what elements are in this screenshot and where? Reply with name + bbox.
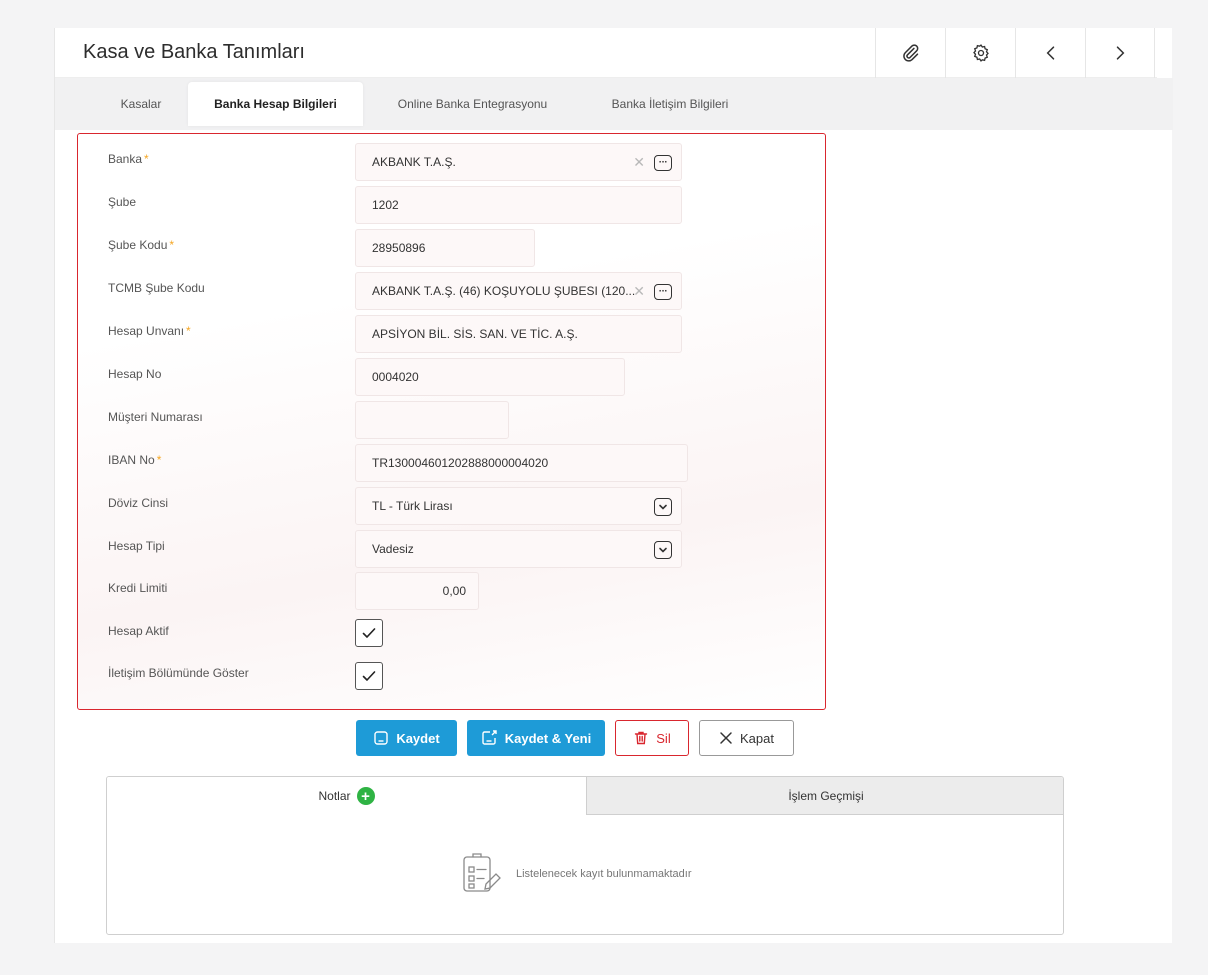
empty-list-icon — [463, 853, 501, 892]
tab-bar: Kasalar Banka Hesap Bilgileri Online Ban… — [55, 78, 1173, 130]
tab-islem-gecmisi[interactable]: İşlem Geçmişi — [586, 777, 1063, 815]
banka-label: Banka * — [108, 152, 149, 166]
iletisim-goster-label: İletişim Bölümünde Göster — [108, 666, 249, 680]
iletisim-goster-checkbox[interactable] — [355, 662, 383, 690]
tab-kasalar[interactable]: Kasalar — [101, 82, 181, 126]
hesap-unvani-field[interactable]: APSİYON BİL. SİS. SAN. VE TİC. A.Ş. — [355, 315, 682, 353]
kredi-limiti-field[interactable]: 0,00 — [355, 572, 479, 610]
hesap-aktif-label: Hesap Aktif — [108, 624, 169, 638]
tab-banka-iletisim-bilgileri[interactable]: Banka İletişim Bilgileri — [585, 82, 755, 126]
save-and-new-button[interactable]: Kaydet & Yeni — [467, 720, 605, 756]
bank-account-form: Banka * AKBANK T.A.Ş. ✕ ··· Şube 1202 Şub… — [77, 133, 826, 710]
hesap-aktif-checkbox[interactable] — [355, 619, 383, 647]
notlar-label: Notlar — [318, 789, 351, 803]
close-icon — [720, 732, 732, 744]
delete-label: Sil — [656, 730, 671, 746]
kredi-limiti-label: Kredi Limiti — [108, 581, 168, 595]
musteri-numarasi-field[interactable] — [355, 401, 509, 439]
chevron-down-icon[interactable] — [654, 541, 672, 559]
sube-kodu-field[interactable]: 28950896 — [355, 229, 535, 267]
paperclip-icon — [902, 44, 918, 62]
save-new-label: Kaydet & Yeni — [504, 730, 592, 746]
hesap-tipi-label: Hesap Tipi — [108, 539, 165, 553]
title-bar: Kasa ve Banka Tanımları — [55, 28, 1157, 78]
hesap-unvani-label: Hesap Unvanı * — [108, 324, 191, 338]
save-icon — [374, 731, 389, 745]
hesap-tipi-select[interactable]: Vadesiz — [355, 530, 682, 568]
check-icon — [362, 671, 376, 681]
add-note-icon[interactable]: + — [356, 787, 375, 805]
doviz-cinsi-value: TL - Türk Lirası — [372, 499, 453, 513]
previous-button[interactable] — [1015, 28, 1085, 78]
more-icon[interactable]: ··· — [654, 284, 672, 300]
banka-field[interactable]: AKBANK T.A.Ş. ✕ ··· — [355, 143, 682, 181]
save-new-icon — [482, 730, 497, 745]
hesap-no-label: Hesap No — [108, 367, 162, 381]
tcmb-sube-kodu-field[interactable]: AKBANK T.A.Ş. (46) KOŞUYOLU ŞUBESI (120.… — [355, 272, 682, 310]
sube-label: Şube — [108, 195, 137, 209]
notes-history-panel: Notlar + İşlem Geçmişi Listelenecek kayı… — [106, 776, 1064, 935]
page-title: Kasa ve Banka Tanımları — [83, 41, 305, 63]
tab-online-banka-entegrasyonu[interactable]: Online Banka Entegrasyonu — [385, 82, 560, 126]
doviz-cinsi-label: Döviz Cinsi — [108, 496, 169, 510]
chevron-down-icon[interactable] — [654, 498, 672, 516]
hesap-no-field[interactable]: 0004020 — [355, 358, 625, 396]
save-button[interactable]: Kaydet — [356, 720, 457, 756]
tcmb-sube-kodu-label: TCMB Şube Kodu — [108, 281, 205, 295]
tab-banka-hesap-bilgileri[interactable]: Banka Hesap Bilgileri — [188, 82, 363, 126]
sube-field[interactable]: 1202 — [355, 186, 682, 224]
tcmb-sube-kodu-value: AKBANK T.A.Ş. (46) KOŞUYOLU ŞUBESI (120.… — [372, 284, 636, 298]
doviz-cinsi-select[interactable]: TL - Türk Lirası — [355, 487, 682, 525]
gear-icon — [972, 44, 989, 62]
clear-icon[interactable]: ✕ — [633, 273, 645, 309]
more-icon[interactable]: ··· — [654, 155, 672, 171]
tab-notlar[interactable]: Notlar + — [107, 777, 586, 815]
close-button[interactable]: Kapat — [699, 720, 794, 756]
attachment-button[interactable] — [875, 28, 945, 78]
settings-button[interactable] — [945, 28, 1015, 78]
main-window: Kasa ve Banka Tanımları Kasalar Banka He… — [54, 28, 1173, 943]
sube-kodu-label: Şube Kodu * — [108, 238, 175, 252]
trash-icon — [635, 731, 648, 745]
delete-button[interactable]: Sil — [615, 720, 689, 756]
clear-icon[interactable]: ✕ — [633, 144, 645, 180]
chevron-left-icon — [1046, 46, 1054, 60]
iban-no-field[interactable]: TR130004601202888000004020 — [355, 444, 688, 482]
empty-state: Listelenecek kayıt bulunmamaktadır — [460, 851, 691, 897]
hesap-tipi-value: Vadesiz — [372, 542, 414, 556]
next-button[interactable] — [1085, 28, 1155, 78]
save-label: Kaydet — [396, 730, 440, 746]
iban-no-label: IBAN No * — [108, 453, 162, 467]
banka-value: AKBANK T.A.Ş. — [372, 155, 456, 169]
check-icon — [362, 628, 376, 638]
empty-message: Listelenecek kayıt bulunmamaktadır — [516, 868, 692, 880]
chevron-right-icon — [1116, 46, 1125, 60]
musteri-numarasi-label: Müşteri Numarası — [108, 410, 203, 424]
close-label: Kapat — [740, 730, 774, 746]
